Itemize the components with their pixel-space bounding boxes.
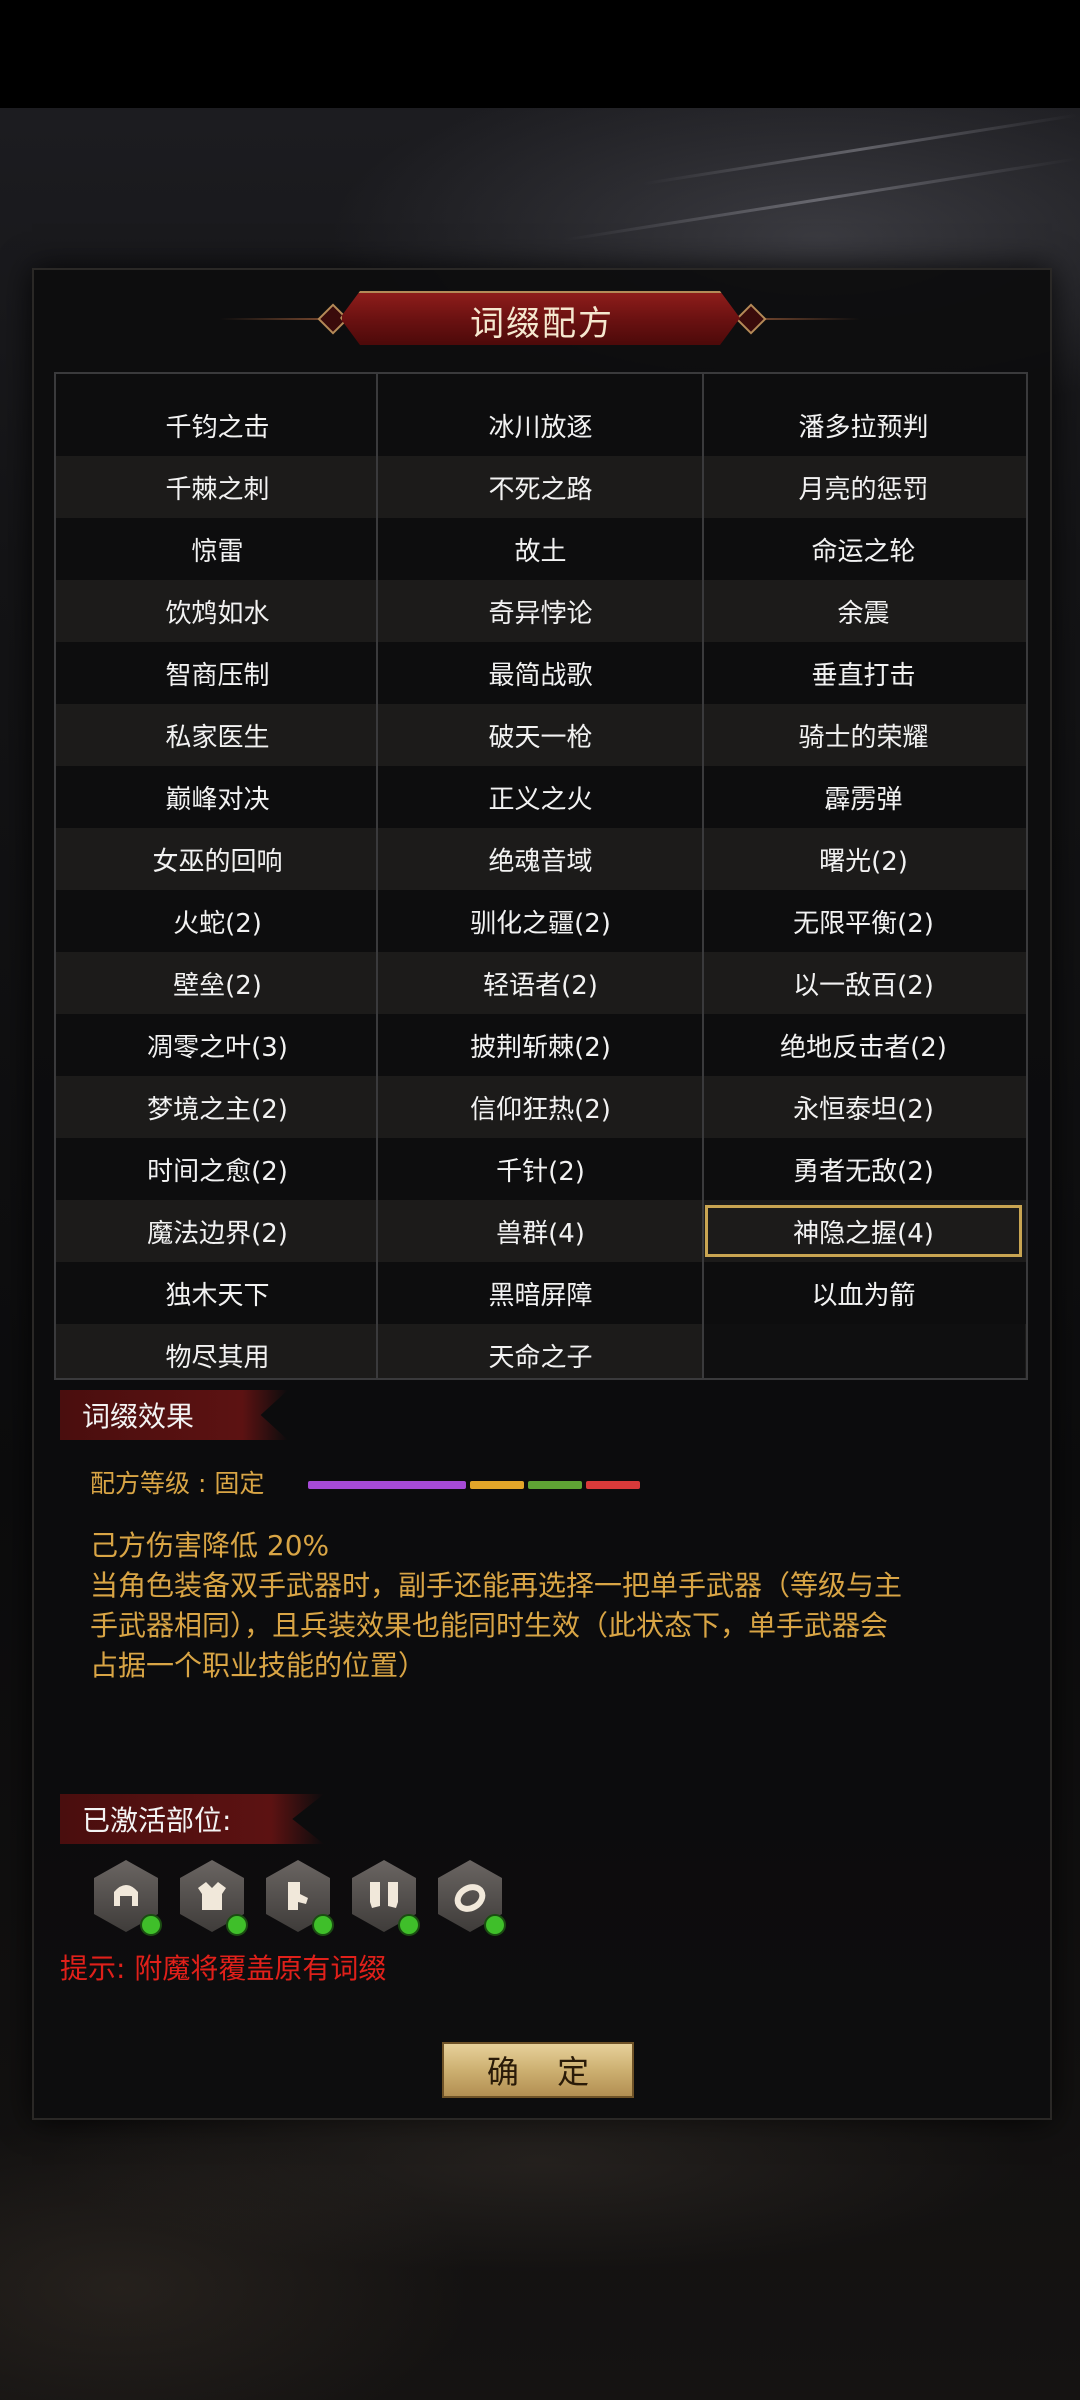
recipe-cell[interactable]: 霹雳弹 <box>702 766 1025 828</box>
slots-section-text: 已激活部位: <box>82 1804 232 1837</box>
recipe-cell[interactable]: 命运之轮 <box>702 518 1025 580</box>
recipe-row: 巅峰对决 正义之火 霹雳弹 <box>56 766 1026 828</box>
recipe-cell[interactable]: 余震 <box>702 580 1025 642</box>
recipe-cell[interactable] <box>56 374 379 396</box>
recipe-cell[interactable]: 无限平衡(2) <box>702 890 1025 952</box>
recipe-cell[interactable]: 物尽其用 <box>56 1324 379 1378</box>
effect-description: 己方伤害降低 20% 当角色装备双手武器时，副手还能再选择一把单手武器（等级与主… <box>90 1526 1010 1686</box>
recipe-cell[interactable]: 兽群(4) <box>379 1200 702 1262</box>
bottom-glow <box>0 2120 1080 2400</box>
recipe-row: 女巫的回响 绝魂音域 曙光(2) <box>56 828 1026 890</box>
recipe-cell[interactable]: 以血为箭 <box>702 1262 1025 1324</box>
recipe-cell[interactable]: 饮鸩如水 <box>56 580 379 642</box>
recipe-row: 凋零之叶(3) 披荆斩棘(2) 绝地反击者(2) <box>56 1014 1026 1076</box>
slot-active-dot <box>312 1914 334 1936</box>
level-bar-red <box>586 1481 640 1489</box>
recipe-cell[interactable]: 壁垒(2) <box>56 952 379 1014</box>
recipe-cell[interactable]: 勇者无敌(2) <box>702 1138 1025 1200</box>
recipe-cell[interactable]: 绝地反击者(2) <box>702 1014 1025 1076</box>
slots-section-label: 已激活部位: <box>60 1794 324 1844</box>
recipe-row: 火蛇(2) 驯化之疆(2) 无限平衡(2) <box>56 890 1026 952</box>
recipe-cell[interactable]: 轻语者(2) <box>379 952 702 1014</box>
recipe-cell[interactable]: 女巫的回响 <box>56 828 379 890</box>
effect-line: 己方伤害降低 20% <box>90 1529 330 1562</box>
level-bar-green <box>528 1481 582 1489</box>
recipe-cell-selected[interactable]: 神隐之握(4) <box>705 1205 1022 1257</box>
panel-title: 词缀配方 <box>340 291 740 345</box>
column-divider <box>702 374 704 1378</box>
recipe-row-partial <box>56 374 1026 396</box>
recipe-cell[interactable]: 黑暗屏障 <box>379 1262 702 1324</box>
recipe-row: 私家医生 破天一枪 骑士的荣耀 <box>56 704 1026 766</box>
recipe-cell[interactable]: 不死之路 <box>379 456 702 518</box>
effect-section-label: 词缀效果 <box>60 1390 288 1440</box>
recipe-cell[interactable]: 凋零之叶(3) <box>56 1014 379 1076</box>
effect-section-text: 词缀效果 <box>82 1400 195 1433</box>
recipe-cell[interactable]: 永恒泰坦(2) <box>702 1076 1025 1138</box>
confirm-button[interactable]: 确 定 <box>442 2042 634 2098</box>
recipe-cell[interactable] <box>702 374 1025 396</box>
recipe-cell[interactable]: 奇异悖论 <box>379 580 702 642</box>
recipe-cell[interactable]: 天命之子 <box>379 1324 702 1378</box>
recipe-cell[interactable]: 千钧之击 <box>56 394 379 456</box>
recipe-row: 惊雷 故土 命运之轮 <box>56 518 1026 580</box>
recipe-cell-empty <box>702 1324 1025 1378</box>
recipe-cell[interactable]: 巅峰对决 <box>56 766 379 828</box>
recipe-cell[interactable]: 以一敌百(2) <box>702 952 1025 1014</box>
recipe-cell[interactable]: 骑士的荣耀 <box>702 704 1025 766</box>
recipe-row: 千钧之击 冰川放逐 潘多拉预判 <box>56 394 1026 456</box>
recipe-row: 壁垒(2) 轻语者(2) 以一敌百(2) <box>56 952 1026 1014</box>
recipe-cell[interactable]: 曙光(2) <box>702 828 1025 890</box>
recipe-cell[interactable]: 冰川放逐 <box>379 394 702 456</box>
slot-active-dot <box>226 1914 248 1936</box>
slot-active-dot <box>398 1914 420 1936</box>
recipe-cell[interactable]: 智商压制 <box>56 642 379 704</box>
recipe-cell[interactable]: 梦境之主(2) <box>56 1076 379 1138</box>
recipe-grid: 千钧之击 冰川放逐 潘多拉预判 千棘之刺 不死之路 月亮的惩罚 惊雷 故土 命运… <box>54 372 1028 1380</box>
recipe-cell[interactable]: 垂直打击 <box>702 642 1025 704</box>
recipe-row: 梦境之主(2) 信仰狂热(2) 永恒泰坦(2) <box>56 1076 1026 1138</box>
recipe-cell[interactable]: 千针(2) <box>379 1138 702 1200</box>
recipe-cell[interactable] <box>379 374 702 396</box>
column-divider <box>376 374 378 1378</box>
recipe-row: 独木天下 黑暗屏障 以血为箭 <box>56 1262 1026 1324</box>
effect-line: 当角色装备双手武器时，副手还能再选择一把单手武器（等级与主 <box>90 1569 903 1602</box>
recipe-cell[interactable]: 惊雷 <box>56 518 379 580</box>
recipe-level-label: 配方等级 : 固定 <box>90 1469 265 1498</box>
recipe-cell[interactable]: 时间之愈(2) <box>56 1138 379 1200</box>
recipe-cell[interactable]: 魔法边界(2) <box>56 1200 379 1262</box>
recipe-cell[interactable]: 故土 <box>379 518 702 580</box>
recipe-cell[interactable]: 信仰狂热(2) <box>379 1076 702 1138</box>
recipe-cell[interactable]: 私家医生 <box>56 704 379 766</box>
recipe-row: 智商压制 最简战歌 垂直打击 <box>56 642 1026 704</box>
effect-line: 手武器相同），且兵装效果也能同时生效（此状态下，单手武器会 <box>90 1609 889 1642</box>
recipe-cell[interactable]: 驯化之疆(2) <box>379 890 702 952</box>
slot-active-dot <box>484 1914 506 1936</box>
recipe-cell[interactable]: 月亮的惩罚 <box>702 456 1025 518</box>
recipe-cell[interactable]: 潘多拉预判 <box>702 394 1025 456</box>
recipe-cell[interactable]: 最简战歌 <box>379 642 702 704</box>
recipe-cell[interactable]: 披荆斩棘(2) <box>379 1014 702 1076</box>
recipe-cell[interactable]: 独木天下 <box>56 1262 379 1324</box>
level-bar-purple <box>308 1481 466 1489</box>
recipe-row: 时间之愈(2) 千针(2) 勇者无敌(2) <box>56 1138 1026 1200</box>
title-divider-left <box>220 318 330 320</box>
level-bar-orange <box>470 1481 524 1489</box>
recipe-cell[interactable]: 破天一枪 <box>379 704 702 766</box>
slot-active-dot <box>140 1914 162 1936</box>
recipe-row: 千棘之刺 不死之路 月亮的惩罚 <box>56 456 1026 518</box>
recipe-row: 饮鸩如水 奇异悖论 余震 <box>56 580 1026 642</box>
recipe-cell[interactable]: 绝魂音域 <box>379 828 702 890</box>
hint-text: 提示: 附魔将覆盖原有词缀 <box>60 1952 387 1985</box>
recipe-cell[interactable]: 千棘之刺 <box>56 456 379 518</box>
status-bar <box>0 0 1080 108</box>
recipe-cell[interactable]: 正义之火 <box>379 766 702 828</box>
recipe-cell[interactable]: 火蛇(2) <box>56 890 379 952</box>
recipe-row: 物尽其用 天命之子 <box>56 1324 1026 1378</box>
effect-line: 占据一个职业技能的位置） <box>90 1649 427 1682</box>
recipe-row: 魔法边界(2) 兽群(4) 神隐之握(4) <box>56 1200 1026 1262</box>
